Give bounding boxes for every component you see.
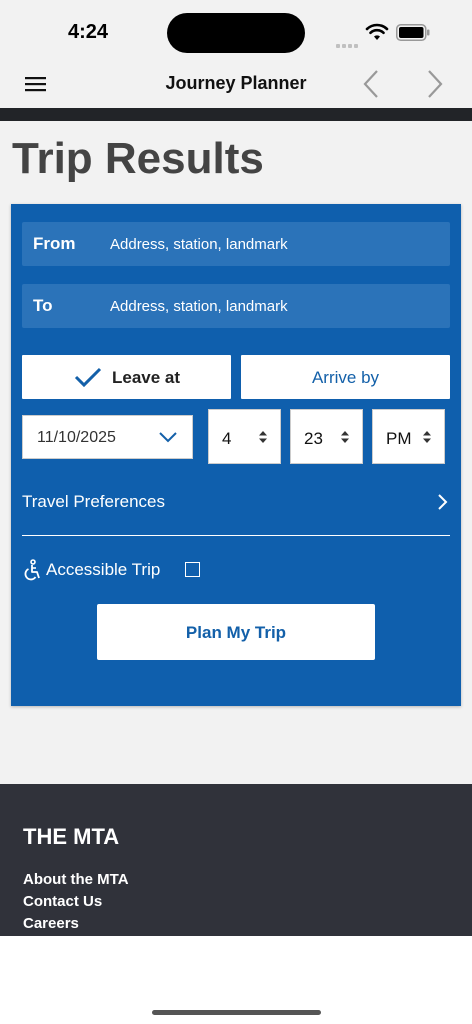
forward-arrow-icon[interactable] xyxy=(424,68,444,100)
sort-arrows-icon xyxy=(259,431,267,443)
dynamic-island xyxy=(167,13,305,53)
chevron-right-icon xyxy=(438,494,448,510)
cellular-signal-icon xyxy=(336,35,360,48)
footer-link-contact[interactable]: Contact Us xyxy=(23,893,102,910)
footer: THE MTA About the MTA Contact Us Careers xyxy=(0,784,472,936)
page-title: Trip Results xyxy=(12,134,264,183)
from-label: From xyxy=(33,234,76,253)
divider xyxy=(22,535,450,536)
header-bar xyxy=(0,108,472,121)
accessible-trip-label: Accessible Trip xyxy=(46,560,161,579)
home-indicator[interactable] xyxy=(152,1010,321,1015)
nav-title: Journey Planner xyxy=(165,73,307,93)
to-field[interactable]: To Address, station, landmark xyxy=(22,284,450,328)
ampm-value: PM xyxy=(386,429,412,448)
footer-link-about[interactable]: About the MTA xyxy=(23,871,129,888)
status-bar: 4:24 xyxy=(0,0,472,60)
checkmark-icon xyxy=(74,367,102,388)
hour-value: 4 xyxy=(222,429,232,448)
travel-preferences-label: Travel Preferences xyxy=(22,492,165,511)
accessible-trip-checkbox[interactable] xyxy=(185,562,200,577)
leave-at-label: Leave at xyxy=(112,368,181,387)
chevron-down-icon xyxy=(159,432,177,443)
minute-value: 23 xyxy=(304,429,323,448)
leave-at-button[interactable]: Leave at xyxy=(22,355,231,399)
trip-planner-panel: From Address, station, landmark To Addre… xyxy=(11,204,461,706)
arrive-by-button[interactable]: Arrive by xyxy=(241,355,450,399)
status-time: 4:24 xyxy=(68,21,109,43)
sort-arrows-icon xyxy=(423,431,431,443)
bottom-safe-area xyxy=(0,936,472,1024)
wheelchair-accessibility-icon xyxy=(24,559,40,581)
sort-arrows-icon xyxy=(341,431,349,443)
battery-icon xyxy=(396,24,430,41)
from-field[interactable]: From Address, station, landmark xyxy=(22,222,450,266)
from-input[interactable]: Address, station, landmark xyxy=(110,236,288,253)
arrive-by-label: Arrive by xyxy=(311,368,380,387)
travel-preferences-row[interactable]: Travel Preferences xyxy=(22,484,450,536)
wifi-icon xyxy=(365,23,389,40)
footer-heading: THE MTA xyxy=(23,824,120,849)
navigation-bar: Journey Planner xyxy=(0,60,472,108)
plan-my-trip-button[interactable]: Plan My Trip xyxy=(97,604,375,660)
footer-link-careers[interactable]: Careers xyxy=(23,915,79,932)
ampm-select[interactable]: PM xyxy=(372,409,445,464)
plan-my-trip-label: Plan My Trip xyxy=(185,623,287,642)
to-input[interactable]: Address, station, landmark xyxy=(110,298,288,315)
date-value: 11/10/2025 xyxy=(37,429,116,446)
hour-select[interactable]: 4 xyxy=(208,409,281,464)
date-picker[interactable]: 11/10/2025 xyxy=(22,415,193,459)
to-label: To xyxy=(33,296,53,315)
back-arrow-icon[interactable] xyxy=(362,68,382,100)
minute-select[interactable]: 23 xyxy=(290,409,363,464)
